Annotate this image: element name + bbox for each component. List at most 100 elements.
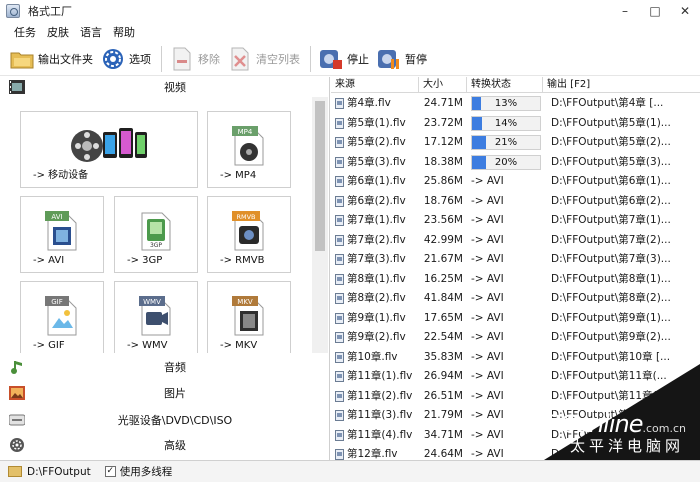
table-row[interactable]: 第5章(3).flv 18.38M 20% D:\FFOutput\第5章(3)... [331,153,700,173]
menu-task[interactable]: 任务 [14,24,36,40]
remove-button[interactable]: 移除 [170,45,220,73]
output-folder-icon[interactable] [8,466,22,477]
gif-badge: GIF [51,298,63,306]
table-row[interactable]: 第9章(1).flv 17.65M -> AVI D:\FFOutput\第9章(1)… [331,309,700,329]
cell-output: D:\FFOutput\第4章 [... [551,97,664,109]
cell-output: D:\FFOutput\第8章(1)... [551,272,671,285]
mkv-badge: MKV [237,298,253,306]
output-path[interactable]: D:\FFOutput [27,466,91,478]
category-advanced-label: 高级 [164,439,186,452]
cell-status: -> AVI [471,389,504,402]
file-icon [335,390,344,402]
category-rom[interactable]: 光驱设备\DVD\CD\ISO [0,410,330,430]
table-row[interactable]: 第9章(2).flv 22.54M -> AVI D:\FFOutput\第9章(2)… [331,328,700,348]
progress-bar: 13% [471,96,541,111]
cell-status: -> AVI [471,331,504,343]
cell-status: -> AVI [471,350,504,363]
table-row[interactable]: 第7章(2).flv 42.99M -> AVI D:\FFOutput\第7章(2)… [331,231,700,251]
avi-badge: AVI [51,213,62,221]
progress-text: 13% [494,98,518,109]
cell-status: 13% [467,94,543,114]
tile-mobile[interactable]: -> 移动设备 [20,111,198,188]
table-row[interactable]: 第8章(2).flv 41.84M -> AVI D:\FFOutput\第8章(2)… [331,289,700,309]
progress-bar: 21% [471,135,541,150]
table-row[interactable]: 第11章(1).flv 26.94M -> AVI D:\FFOutput\第11章(… [331,367,700,387]
file-name: 第8章(1).flv [347,272,406,285]
category-advanced[interactable]: 高级 [0,435,330,455]
watermark-brand-name: PConline [546,410,643,438]
tile-rmvb-label: -> RMVB [220,255,265,266]
category-audio[interactable]: 音频 [0,357,330,377]
file-name: 第9章(2).flv [347,331,406,343]
category-panel: 视频 -> 移动设备 MP4 -> MP4 AVI -> AVI 3GP -> … [0,77,330,460]
tile-rmvb[interactable]: RMVB -> RMVB [207,196,291,273]
cell-source: 第6章(2).flv [331,192,419,212]
scrollbar-thumb[interactable] [315,101,325,251]
cell-source: 第7章(2).flv [331,231,419,251]
output-folder-button[interactable]: 输出文件夹 [10,45,93,73]
close-button[interactable]: ✕ [670,0,700,22]
table-row[interactable]: 第6章(1).flv 25.86M -> AVI D:\FFOutput\第6章(1)… [331,172,700,192]
menu-language[interactable]: 语言 [80,24,102,40]
tile-3gp-label: -> 3GP [127,255,163,266]
tile-mp4[interactable]: MP4 -> MP4 [207,111,291,188]
cell-size: 22.54M [423,331,463,343]
cell-source: 第8章(2).flv [331,289,419,309]
stop-label: 停止 [347,52,369,66]
options-button[interactable]: 选项 [101,45,151,73]
file-icon [335,195,344,207]
menu-help[interactable]: 帮助 [113,24,135,40]
menu-skin[interactable]: 皮肤 [47,24,69,40]
remove-label: 移除 [198,52,220,66]
table-row[interactable]: 第5章(2).flv 17.12M 21% D:\FFOutput\第5章(2)... [331,133,700,153]
pause-button[interactable]: 暂停 [377,45,427,73]
column-header-status[interactable]: 转换状态 [467,77,543,93]
table-row[interactable]: 第6章(2).flv 18.76M -> AVI D:\FFOutput\第6章(2)… [331,192,700,212]
tile-avi[interactable]: AVI -> AVI [20,196,104,273]
tile-gif-label: -> GIF [33,340,65,351]
clear-list-button[interactable]: 清空列表 [228,45,300,73]
cell-output: D:\FFOutput\第6章(2)... [551,194,671,207]
mobile-device-icon [69,122,149,169]
tile-grid-scrollbar[interactable] [312,97,328,353]
file-name: 第9章(1).flv [347,311,406,324]
table-row[interactable]: 第8章(1).flv 16.25M -> AVI D:\FFOutput\第8章(1)… [331,270,700,290]
multithread-checkbox[interactable]: ✓ [104,466,116,477]
cell-status: -> AVI [471,311,504,324]
cell-size: 26.94M [423,370,463,382]
file-icon [335,371,344,383]
column-header-output[interactable]: 输出 [F2] [543,77,700,93]
category-picture[interactable]: 图片 [0,383,330,403]
cell-size: 17.65M [423,311,463,324]
tile-wmv[interactable]: WMV -> WMV [114,281,198,353]
cell-source: 第7章(3).flv [331,250,419,270]
picture-icon [8,385,26,401]
category-video[interactable]: 视频 [0,77,330,97]
file-icon [335,449,344,460]
file-icon [335,215,344,227]
toolbar-separator [161,45,162,72]
minimize-button[interactable]: – [610,0,640,22]
file-name: 第7章(1).flv [347,214,406,226]
tile-3gp[interactable]: 3GP -> 3GP [114,196,198,273]
cell-status: -> AVI [471,253,504,265]
stop-button[interactable]: 停止 [319,45,369,73]
tile-wmv-label: -> WMV [127,340,168,351]
maximize-button[interactable]: □ [640,0,670,22]
column-header-source[interactable]: 来源 [331,77,419,93]
table-row[interactable]: 第4章.flv 24.71M 13% D:\FFOutput\第4章 [... [331,94,700,114]
table-row[interactable]: 第7章(1).flv 23.56M -> AVI D:\FFOutput\第7章(1)… [331,211,700,231]
advanced-gear-icon [8,437,26,453]
tile-mkv[interactable]: MKV -> MKV [207,281,291,353]
mp4-icon: MP4 [232,124,266,169]
tile-gif[interactable]: GIF -> GIF [20,281,104,353]
table-row[interactable]: 第7章(3).flv 21.67M -> AVI D:\FFOutput\第7章(3)… [331,250,700,270]
column-header-size[interactable]: 大小 [419,77,467,93]
cell-output: D:\FFOutput\第5章(3)... [551,155,671,168]
cell-source: 第5章(3).flv [331,153,419,173]
progress-bar: 14% [471,115,541,131]
cell-size: 18.38M [423,155,463,168]
table-row[interactable]: 第10章.flv 35.83M -> AVI D:\FFOutput\第10章 [..… [331,348,700,368]
table-row[interactable]: 第5章(1).flv 23.72M 14% D:\FFOutput\第5章(1)... [331,114,700,134]
folder-icon [10,47,34,71]
